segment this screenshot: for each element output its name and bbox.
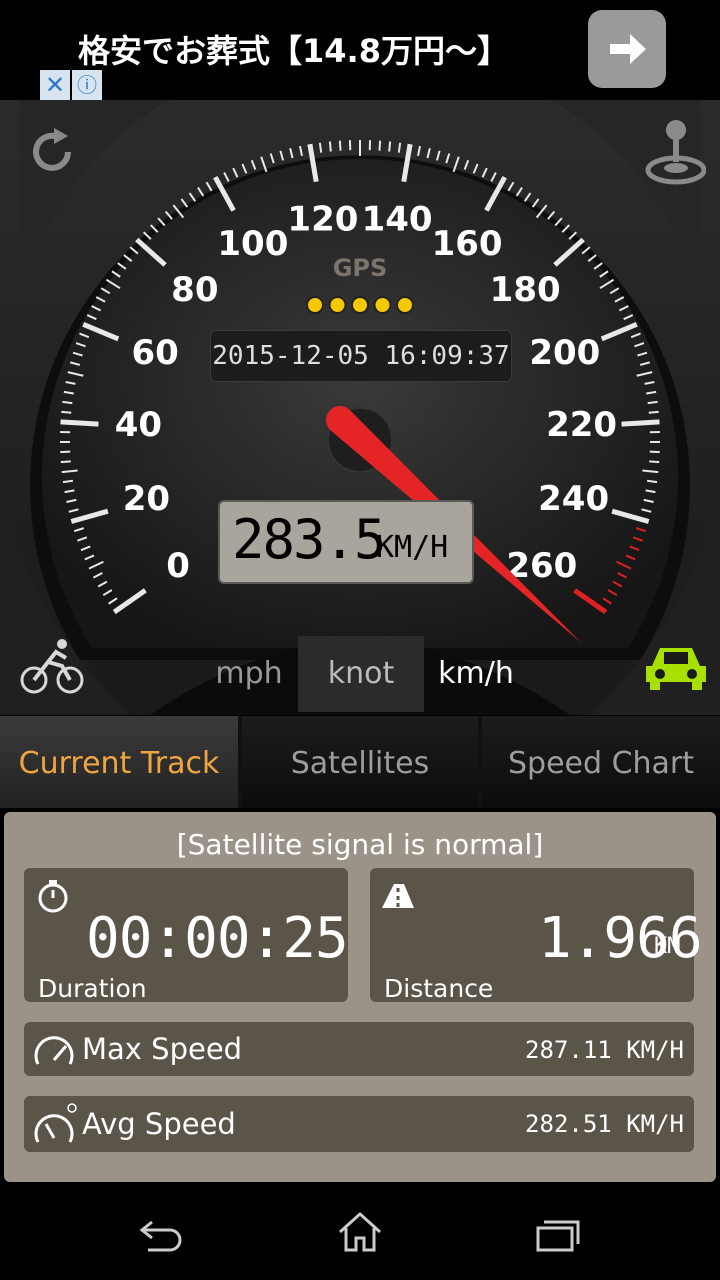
minor-tick bbox=[523, 192, 532, 202]
minor-tick bbox=[646, 479, 658, 484]
avg-speedometer-icon bbox=[34, 1103, 77, 1143]
minor-tick bbox=[515, 186, 523, 197]
minor-tick bbox=[279, 150, 285, 161]
ad-arrow-button[interactable] bbox=[588, 10, 666, 88]
speed-unit: KM/H bbox=[376, 530, 449, 565]
ad-close-icon[interactable]: ✕ bbox=[40, 70, 70, 100]
unit-kmh-button[interactable]: km/h bbox=[424, 636, 528, 712]
minor-tick bbox=[481, 167, 488, 178]
minor-tick bbox=[318, 142, 323, 153]
gps-signal-dot bbox=[306, 296, 324, 314]
avg-speed-label: Avg Speed bbox=[82, 1107, 236, 1141]
bicycle-icon[interactable] bbox=[18, 636, 86, 696]
minor-tick bbox=[62, 400, 73, 405]
stopwatch-icon bbox=[38, 880, 68, 913]
minor-tick bbox=[452, 156, 460, 173]
gps-signal-dot bbox=[373, 296, 392, 314]
dial-number-20: 20 bbox=[123, 479, 170, 519]
minor-tick bbox=[269, 153, 275, 164]
home-icon[interactable] bbox=[336, 1210, 384, 1254]
refresh-icon[interactable] bbox=[22, 122, 82, 182]
dial-number-100: 100 bbox=[217, 224, 288, 264]
unit-mph-button[interactable]: mph bbox=[200, 636, 298, 712]
minor-tick bbox=[378, 140, 382, 151]
needle-cap bbox=[326, 406, 354, 434]
minor-tick bbox=[397, 142, 402, 153]
minor-tick bbox=[61, 410, 72, 414]
dial-number-40: 40 bbox=[115, 405, 162, 445]
minor-tick bbox=[338, 140, 342, 151]
minor-tick bbox=[289, 148, 294, 159]
duration-value: 00:00:25 bbox=[86, 906, 349, 971]
back-icon[interactable] bbox=[138, 1214, 184, 1254]
tab-speed-chart[interactable]: Speed Chart bbox=[482, 716, 720, 808]
minor-tick bbox=[472, 163, 479, 174]
dial-number-140: 140 bbox=[362, 200, 433, 240]
minor-tick bbox=[223, 172, 230, 182]
minor-tick bbox=[417, 145, 421, 157]
distance-label: Distance bbox=[384, 974, 494, 1003]
minor-tick bbox=[197, 186, 205, 197]
minor-tick bbox=[388, 141, 392, 152]
max-speed-value: 287.11 KM/H bbox=[525, 1036, 684, 1064]
distance-unit: KM bbox=[654, 934, 681, 959]
minor-tick bbox=[648, 410, 659, 414]
minor-tick bbox=[299, 145, 303, 157]
minor-tick bbox=[205, 181, 213, 192]
minor-tick bbox=[463, 159, 470, 170]
dial-number-160: 160 bbox=[432, 224, 503, 264]
dial-number-0: 0 bbox=[166, 546, 190, 586]
ad-text[interactable]: 格安でお葬式【14.8万円〜】 bbox=[78, 26, 509, 72]
joystick-icon[interactable] bbox=[642, 116, 707, 186]
major-tick bbox=[621, 419, 660, 427]
minor-tick bbox=[649, 460, 660, 464]
minor-tick bbox=[507, 181, 515, 192]
avg-speed-value: 282.51 KM/H bbox=[525, 1110, 684, 1138]
minor-tick bbox=[62, 479, 74, 484]
arrow-right-icon bbox=[610, 34, 646, 64]
minor-tick bbox=[445, 153, 451, 164]
duration-label: Duration bbox=[38, 974, 147, 1003]
minor-tick bbox=[232, 167, 239, 178]
system-nav-bar bbox=[0, 1184, 720, 1280]
datetime-display: 2015-12-05 16:09:37 bbox=[210, 330, 512, 382]
gps-signal-dot bbox=[396, 296, 414, 314]
minor-tick bbox=[531, 198, 540, 208]
ad-info-icon[interactable]: ⓘ bbox=[72, 70, 102, 100]
major-tick bbox=[60, 419, 99, 427]
speed-value: 283.5 bbox=[232, 508, 387, 571]
gps-signal-dot bbox=[328, 296, 347, 314]
minor-tick bbox=[250, 159, 257, 170]
dial-number-60: 60 bbox=[132, 333, 179, 373]
dial-number-180: 180 bbox=[490, 270, 561, 310]
dial-number-120: 120 bbox=[287, 200, 358, 240]
max-speedometer-icon bbox=[34, 1036, 74, 1065]
max-speed-label: Max Speed bbox=[82, 1032, 243, 1066]
minor-tick bbox=[435, 150, 441, 161]
gps-signal-dot bbox=[351, 296, 369, 314]
recent-apps-icon[interactable] bbox=[536, 1218, 582, 1254]
minor-tick bbox=[490, 172, 497, 182]
speedometer-dial: 020406080100120 140160180200220240260 bbox=[0, 100, 720, 715]
dial-number-80: 80 bbox=[171, 270, 218, 310]
dial-number-200: 200 bbox=[529, 333, 600, 373]
tab-current-track[interactable]: Current Track bbox=[0, 716, 238, 808]
minor-tick bbox=[188, 192, 197, 202]
minor-tick bbox=[260, 156, 268, 173]
minor-tick bbox=[328, 141, 332, 152]
dial-number-240: 240 bbox=[538, 479, 609, 519]
unit-knot-button[interactable]: knot bbox=[298, 636, 424, 712]
road-icon bbox=[382, 884, 414, 908]
minor-tick bbox=[241, 163, 248, 174]
dial-number-220: 220 bbox=[546, 405, 617, 445]
tab-satellites[interactable]: Satellites bbox=[242, 716, 478, 808]
minor-tick bbox=[647, 400, 658, 405]
speed-readout: 283.5 KM/H bbox=[218, 500, 474, 584]
minor-tick bbox=[60, 460, 71, 464]
minor-tick bbox=[426, 148, 431, 159]
gps-label: GPS bbox=[332, 254, 388, 282]
signal-status: [Satellite signal is normal] bbox=[176, 828, 544, 861]
car-icon[interactable] bbox=[644, 640, 708, 692]
minor-tick bbox=[180, 198, 189, 208]
